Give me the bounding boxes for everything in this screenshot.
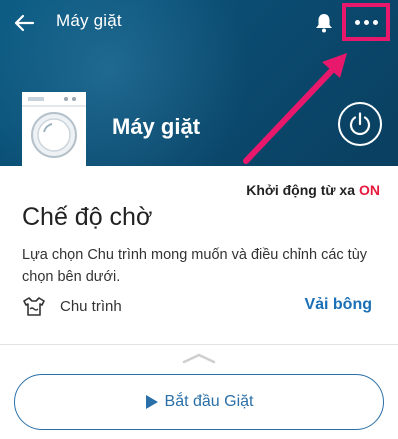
cycle-label: Chu trình — [60, 298, 122, 315]
remote-start-state: ON — [359, 182, 380, 198]
back-arrow-icon — [14, 14, 35, 32]
remote-start-label: Khởi động từ xa — [246, 182, 355, 198]
header-title: Máy giặt — [56, 11, 122, 30]
power-icon — [349, 112, 371, 136]
app-header: Máy giặt Máy giặt — [0, 0, 398, 166]
divider — [0, 344, 398, 345]
notification-button[interactable] — [313, 11, 335, 35]
bell-icon — [316, 14, 332, 33]
washing-machine-icon — [22, 92, 86, 166]
more-dots-icon — [354, 19, 360, 25]
device-name: Máy giặt — [112, 114, 201, 139]
laundry-cycle-icon — [23, 297, 45, 316]
start-wash-label: Bắt đầu Giặt — [164, 393, 254, 410]
remote-start-status: Khởi động từ xa ON — [246, 182, 380, 198]
power-button[interactable] — [338, 102, 382, 146]
more-options-button[interactable] — [342, 3, 390, 41]
play-icon — [145, 395, 158, 409]
status-card: Khởi động từ xa ON Chế độ chờ Lựa chọn Ch… — [0, 166, 398, 346]
back-button[interactable] — [10, 10, 38, 36]
cycle-row[interactable]: Chu trình Vải bông — [22, 295, 378, 319]
mode-title: Chế độ chờ — [22, 203, 153, 231]
cycle-value[interactable]: Vải bông — [304, 296, 372, 314]
mode-description: Lựa chọn Chu trình mong muốn và điều chỉ… — [22, 247, 368, 285]
chevron-up-icon[interactable] — [182, 352, 216, 364]
start-wash-button[interactable]: Bắt đầu Giặt — [14, 374, 384, 430]
